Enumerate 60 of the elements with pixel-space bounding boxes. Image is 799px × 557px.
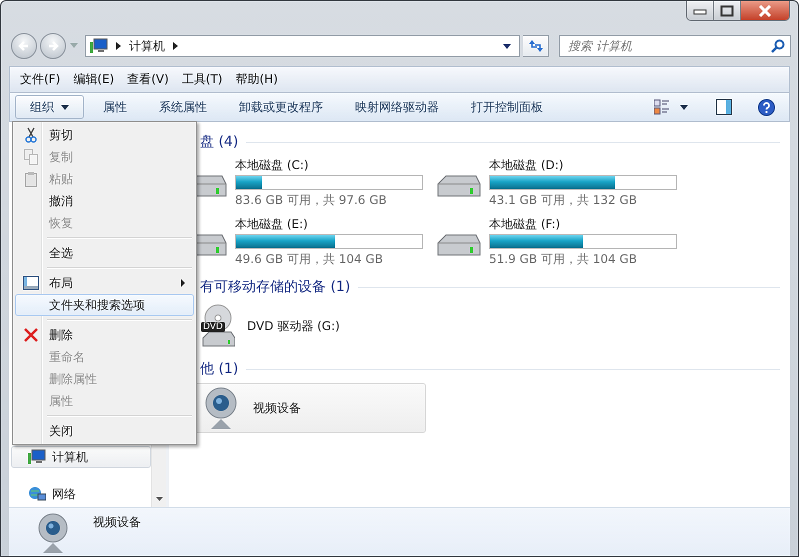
breadcrumb-arrow-icon[interactable] [173,42,178,50]
toolbar-button[interactable]: 打开控制面板 [458,95,556,119]
toolbar-button[interactable]: 属性 [90,95,140,119]
context-menu-item[interactable]: 文件夹和搜索选项 [15,294,194,316]
clipboard-icon [25,172,37,186]
free-space-text: 49.6 GB 可用，共 104 GB [235,251,384,267]
drive-name[interactable]: 本地磁盘 (E:) [235,217,423,232]
context-menu-item[interactable]: 全选 [15,242,194,264]
item-name: 视频设备 [93,514,141,531]
maximize-button[interactable] [714,1,741,20]
context-menu-item[interactable]: 布局 [15,272,194,294]
menu-item[interactable]: 帮助(H) [236,71,278,88]
dropdown-caret-icon[interactable] [680,104,688,110]
scissors-icon [25,127,37,143]
drive-name[interactable]: 本地磁盘 (D:) [489,158,677,173]
group-heading[interactable]: 盘 (4) [200,133,238,151]
breadcrumb-arrow-icon[interactable] [116,42,121,50]
refresh-icon [528,39,544,53]
navigation-item[interactable]: 计算机 [11,446,151,468]
search-icon[interactable] [771,39,785,53]
network-icon [28,486,46,502]
computer-icon [90,38,108,54]
search-field[interactable]: 搜索 计算机 [559,35,791,57]
drive-name[interactable]: 本地磁盘 (F:) [489,217,677,232]
back-button[interactable] [11,33,37,59]
group-heading[interactable]: 有可移动存储的设备 (1) [200,278,350,296]
context-menu-item[interactable]: 撤消 [15,190,194,212]
dropdown-caret-icon[interactable] [503,44,511,48]
scroll-down-icon[interactable] [156,497,162,501]
free-space-text: 83.6 GB 可用，共 97.6 GB [235,192,388,208]
close-button[interactable] [741,1,789,20]
view-options-icon[interactable] [654,99,670,115]
close-icon [758,4,772,16]
free-space-text: 43.1 GB 可用，共 132 GB [489,192,638,208]
context-menu-item[interactable]: 剪切 [15,124,194,146]
toolbar-button[interactable]: 卸载或更改程序 [226,95,336,119]
drive-name[interactable]: 本地磁盘 (C:) [235,158,423,173]
forward-button[interactable] [40,33,66,59]
refresh-button[interactable] [523,35,549,57]
toolbar-button[interactable]: 映射网络驱动器 [342,95,452,119]
navigation-item[interactable]: 网络 [11,483,151,505]
menu-item[interactable]: 工具(T) [182,71,222,88]
group-heading[interactable]: 他 (1) [200,360,238,378]
preview-pane-icon[interactable] [716,99,732,115]
address-field[interactable]: 计算机 [85,35,520,57]
computer-icon [28,449,46,465]
menu-item[interactable]: 文件(F) [20,71,60,88]
minimize-button[interactable] [687,1,714,20]
menu-item[interactable]: 编辑(E) [73,71,114,88]
layout-icon [23,276,39,290]
breadcrumb-item[interactable]: 计算机 [129,38,165,54]
help-icon[interactable] [758,98,775,116]
toolbar-button[interactable]: 系统属性 [146,95,220,119]
minimize-icon [693,6,707,14]
free-space-text: 51.9 GB 可用，共 104 GB [489,251,638,267]
maximize-icon [720,4,734,16]
delete-icon [24,328,38,342]
copy-icon [24,149,38,165]
menu-item[interactable]: 查看(V) [127,71,169,88]
toolbar-button[interactable]: 组织 [15,95,84,119]
